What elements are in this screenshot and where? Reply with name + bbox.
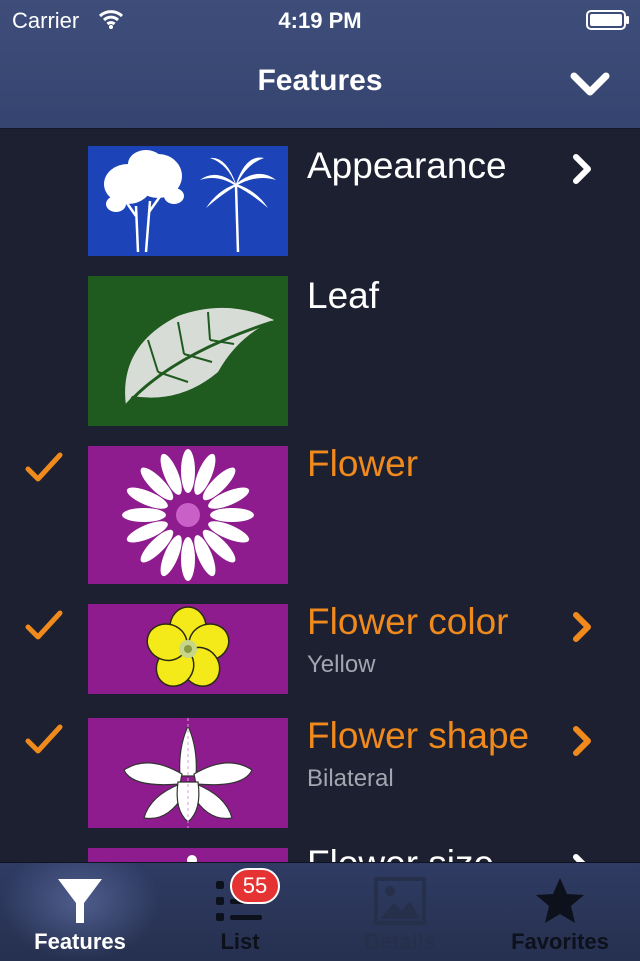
checkmark-icon [25,610,63,640]
battery-icon [586,10,629,30]
tab-label: List [220,929,260,954]
image-icon [374,877,426,925]
list-item-title: Flower [307,443,419,484]
tab-favorites[interactable]: Favorites [480,863,640,961]
feature-list[interactable]: Appearance Leaf Flower Flower color Yell… [0,129,640,862]
funnel-icon [58,879,102,923]
list-item-flower-shape[interactable]: Flower shape Bilateral [0,703,640,831]
list-item-leaf[interactable]: Leaf [0,269,640,429]
star-icon [536,878,584,923]
tab-details[interactable]: Details [320,863,480,961]
tab-label: Features [34,929,126,954]
checkmark-icon [25,452,63,482]
yellow-flower-icon [88,604,288,694]
list-item-flower[interactable]: Flower [0,429,640,589]
chevron-right-icon[interactable] [570,849,596,862]
tree-silhouette-icon [88,146,288,256]
tab-bar: Features List Details Favorites [0,862,640,961]
list-item-title: Flower size [307,843,494,862]
leaf-thumbnail [88,276,288,426]
page-title: Features [257,64,383,97]
daisy-flower-icon [88,446,288,584]
list-item-title: Leaf [307,275,380,316]
list-item-subtitle: Bilateral [307,765,394,792]
list-item-subtitle: Yellow [307,651,376,678]
flower-thumbnail [88,446,288,584]
flower-size-icon [88,848,288,862]
chevron-down-icon[interactable] [566,64,614,108]
list-item-title: Flower shape [307,715,530,756]
appearance-thumbnail [88,146,288,256]
chevron-right-icon[interactable] [570,149,596,189]
leaf-icon [88,276,288,426]
checkmark-icon [25,724,63,754]
list-item-appearance[interactable]: Appearance [0,129,640,269]
list-item-flower-color[interactable]: Flower color Yellow [0,589,640,703]
status-bar: Carrier 4:19 PM [0,0,640,40]
chevron-right-icon[interactable] [570,607,596,647]
tab-features[interactable]: Features [0,863,160,961]
tab-label: Favorites [511,929,609,954]
list-item-title: Appearance [307,145,507,186]
flower-color-thumbnail [88,604,288,694]
clock-time: 4:19 PM [278,8,362,33]
flower-size-thumbnail [88,848,288,862]
orchid-flower-icon [88,718,288,828]
tab-label: Details [363,929,437,954]
list-item-flower-size[interactable]: Flower size [0,831,640,862]
chevron-right-icon[interactable] [570,721,596,761]
list-count-badge: 55 [230,868,280,904]
list-item-title: Flower color [307,601,509,642]
flower-shape-thumbnail [88,718,288,828]
